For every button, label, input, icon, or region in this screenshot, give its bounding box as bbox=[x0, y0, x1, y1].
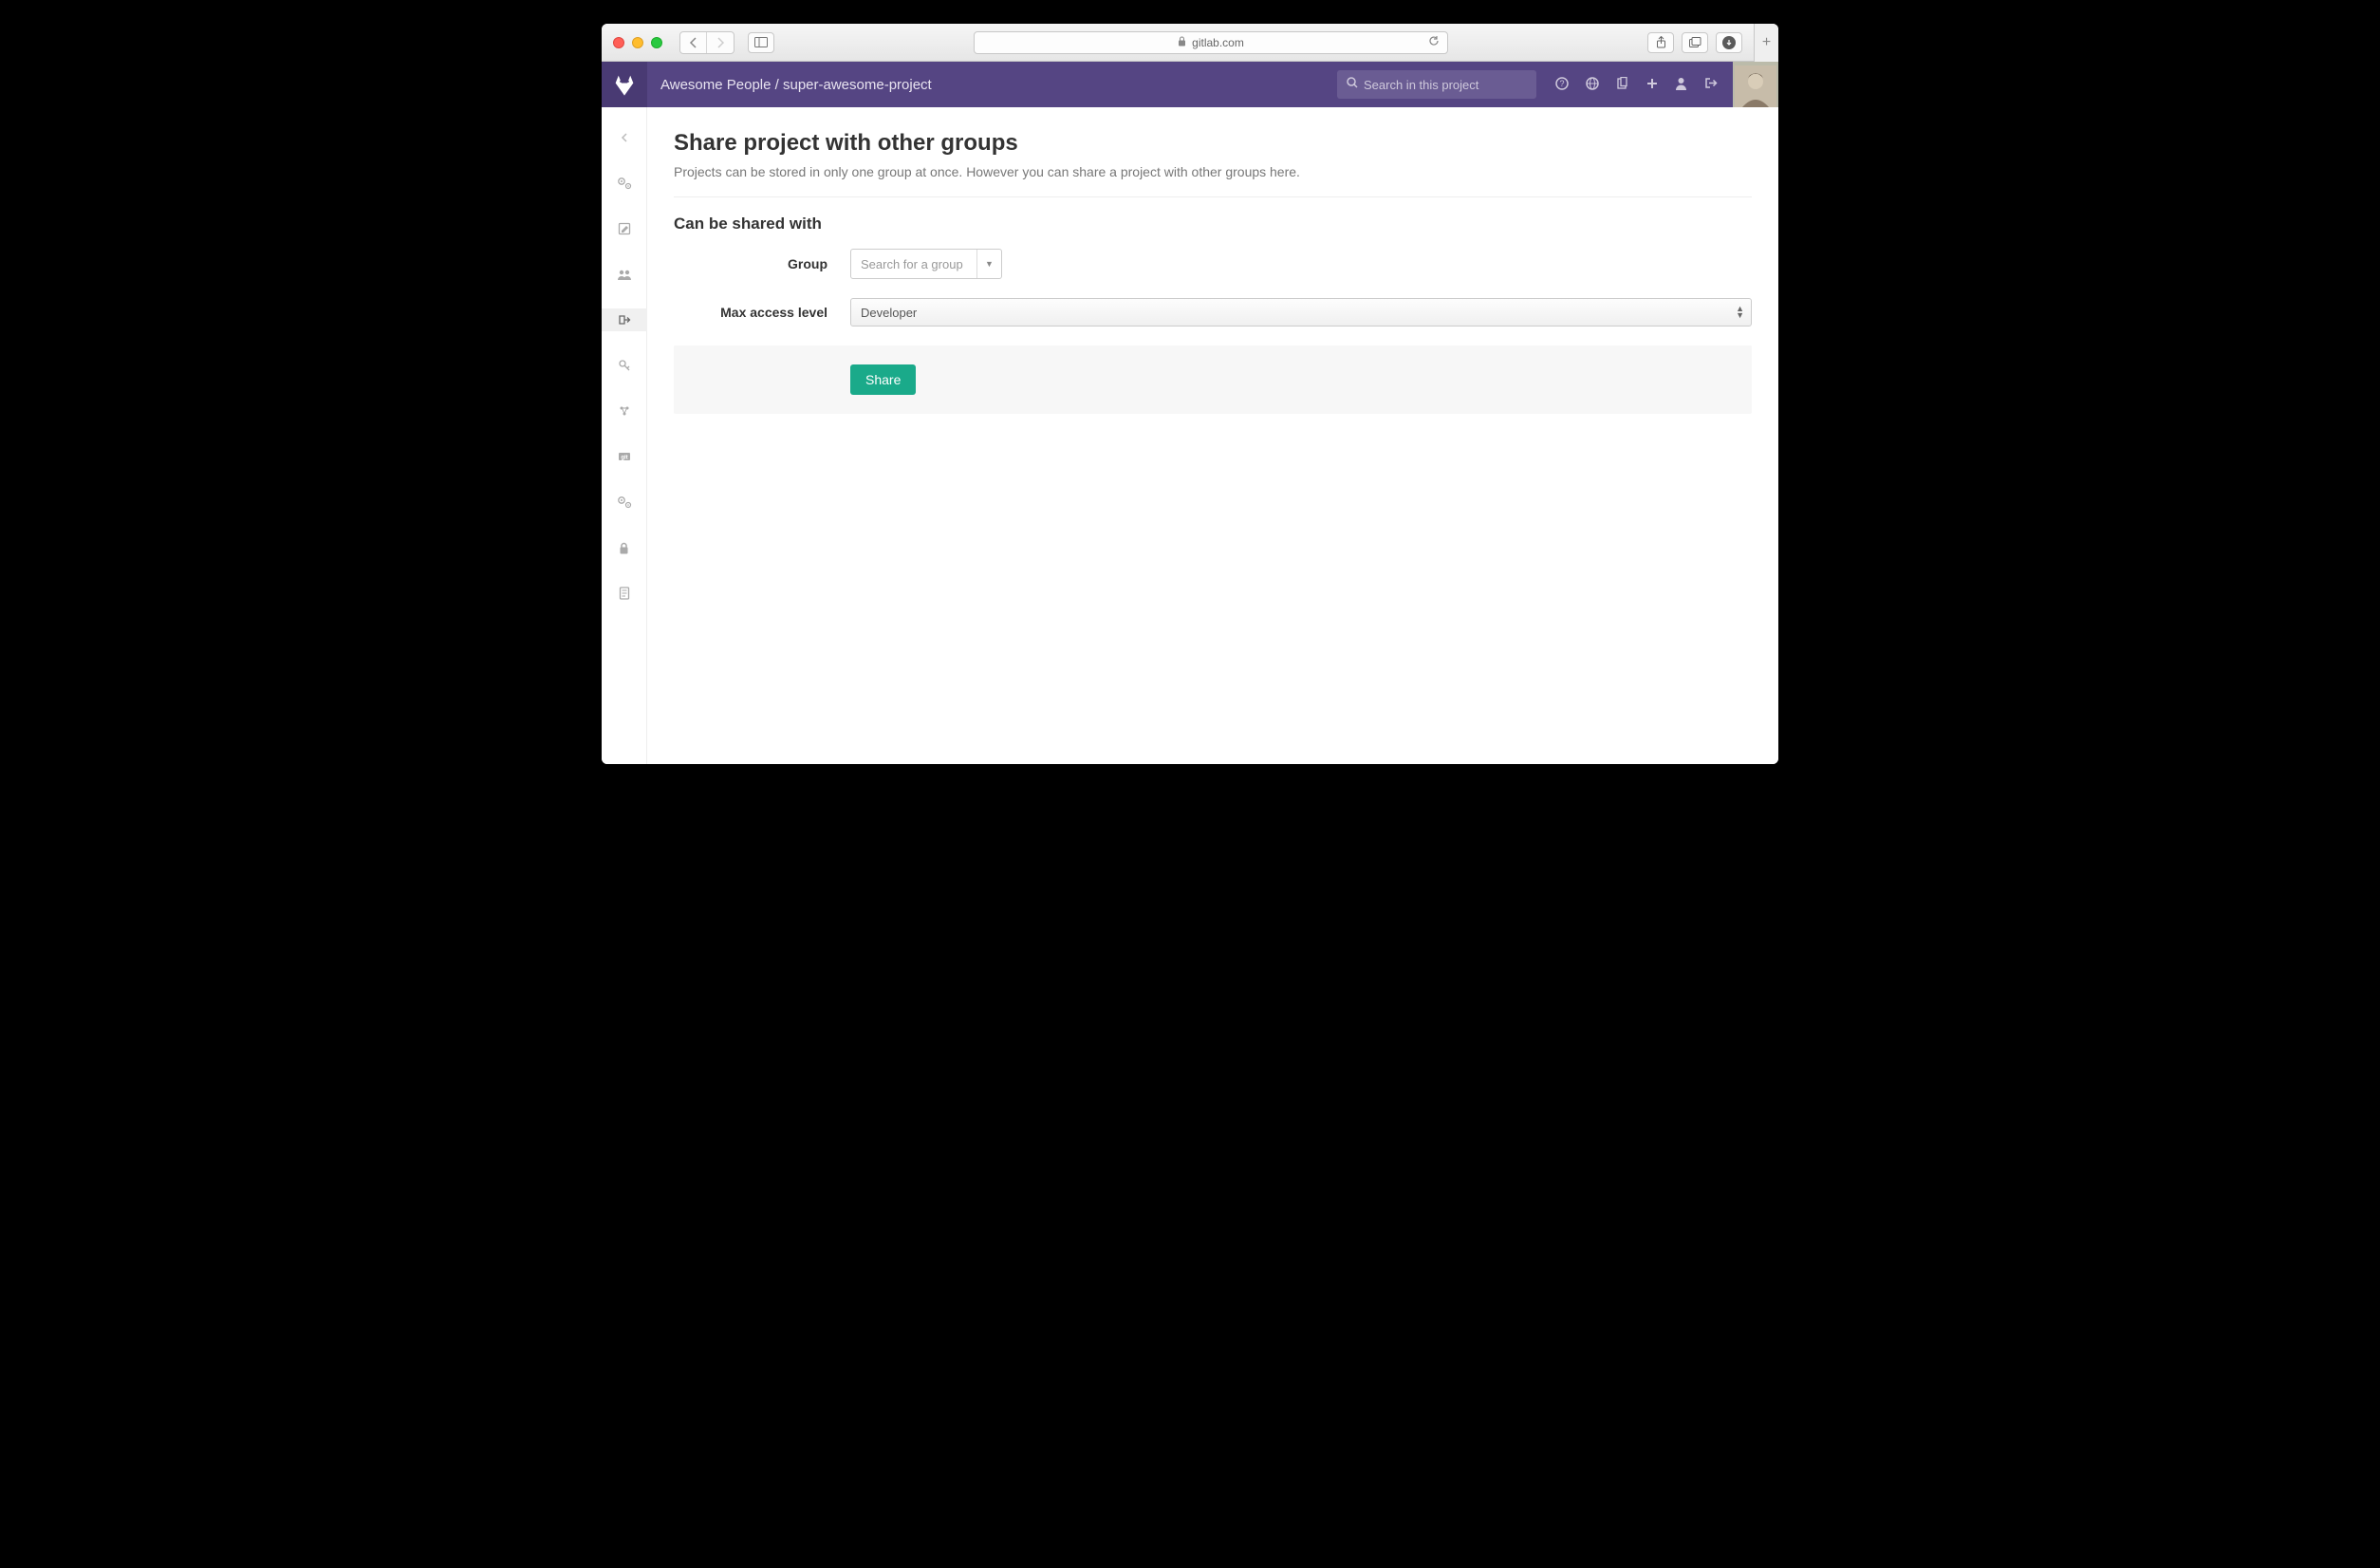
access-label: Max access level bbox=[674, 305, 850, 320]
group-select-placeholder: Search for a group bbox=[851, 257, 976, 271]
window-close-button[interactable] bbox=[613, 37, 624, 48]
avatar[interactable] bbox=[1733, 62, 1778, 107]
edit-icon[interactable] bbox=[602, 217, 647, 240]
breadcrumb-project-link[interactable]: super-awesome-project bbox=[783, 77, 932, 93]
actions-bar: Share bbox=[674, 345, 1752, 414]
sidebar-collapse-button[interactable] bbox=[602, 126, 647, 149]
sign-out-icon[interactable] bbox=[1704, 77, 1718, 92]
address-host: gitlab.com bbox=[1192, 36, 1244, 49]
globe-icon[interactable] bbox=[1586, 77, 1599, 93]
audit-log-icon[interactable] bbox=[602, 582, 647, 605]
form-row-group: Group Search for a group ▼ bbox=[674, 249, 1752, 279]
breadcrumb-sep: / bbox=[771, 77, 783, 93]
group-select[interactable]: Search for a group ▼ bbox=[850, 249, 1002, 279]
left-sidebar: git bbox=[602, 107, 647, 764]
services-icon[interactable] bbox=[602, 491, 647, 513]
access-select-wrap: Developer ▲▼ bbox=[850, 298, 1752, 327]
tanuki-icon bbox=[611, 71, 638, 98]
address-bar[interactable]: gitlab.com bbox=[974, 31, 1448, 54]
reload-button[interactable] bbox=[1428, 35, 1440, 49]
avatar-image bbox=[1735, 65, 1776, 107]
svg-text:git: git bbox=[621, 456, 627, 461]
safari-window: gitlab.com + bbox=[602, 24, 1778, 764]
new-tab-button[interactable]: + bbox=[1754, 24, 1778, 62]
page-description: Projects can be stored in only one group… bbox=[674, 164, 1752, 197]
breadcrumb: Awesome People / super-awesome-project bbox=[647, 77, 932, 93]
protected-branches-icon[interactable] bbox=[602, 536, 647, 559]
share-icon[interactable] bbox=[602, 308, 647, 331]
share-sheet-button[interactable] bbox=[1647, 32, 1674, 53]
search-input[interactable] bbox=[1364, 78, 1527, 92]
gitlab-logo[interactable] bbox=[602, 62, 647, 107]
svg-text:?: ? bbox=[1559, 79, 1564, 88]
downloads-button[interactable] bbox=[1716, 32, 1742, 53]
share-button[interactable]: Share bbox=[850, 364, 916, 395]
nav-back-forward bbox=[679, 31, 734, 54]
webhooks-icon[interactable] bbox=[602, 400, 647, 422]
breadcrumb-group-link[interactable]: Awesome People bbox=[660, 77, 771, 93]
gitlab-app: Awesome People / super-awesome-project ? bbox=[602, 62, 1778, 764]
window-minimize-button[interactable] bbox=[632, 37, 643, 48]
safari-toolbar: gitlab.com + bbox=[602, 24, 1778, 62]
clipboard-icon[interactable] bbox=[1616, 77, 1629, 93]
user-icon[interactable] bbox=[1675, 77, 1687, 93]
deploy-keys-icon[interactable] bbox=[602, 354, 647, 377]
group-label: Group bbox=[674, 256, 850, 271]
nav-forward-button[interactable] bbox=[707, 32, 734, 53]
safari-sidebar-button[interactable] bbox=[748, 32, 774, 53]
section-title: Can be shared with bbox=[674, 215, 1752, 233]
group-members-icon[interactable] bbox=[602, 263, 647, 286]
gitlab-topbar: Awesome People / super-awesome-project ? bbox=[602, 62, 1778, 107]
main-content: Share project with other groups Projects… bbox=[647, 107, 1778, 764]
topbar-icons: ? bbox=[1536, 77, 1733, 93]
address-bar-wrap: gitlab.com bbox=[782, 31, 1640, 54]
lock-icon bbox=[1178, 36, 1186, 49]
window-controls bbox=[613, 37, 662, 48]
form-row-access: Max access level Developer ▲▼ bbox=[674, 298, 1752, 327]
body-row: git Share project with other groups Proj… bbox=[602, 107, 1778, 764]
search-icon bbox=[1347, 76, 1358, 93]
project-search[interactable] bbox=[1337, 70, 1536, 99]
download-arrow-icon bbox=[1722, 36, 1736, 49]
help-icon[interactable]: ? bbox=[1555, 77, 1569, 93]
plus-icon[interactable] bbox=[1646, 77, 1658, 92]
project-settings-icon[interactable] bbox=[602, 172, 647, 195]
tabs-overview-button[interactable] bbox=[1682, 32, 1708, 53]
git-hooks-icon[interactable]: git bbox=[602, 445, 647, 468]
window-zoom-button[interactable] bbox=[651, 37, 662, 48]
access-level-select[interactable]: Developer bbox=[850, 298, 1752, 327]
chevron-down-icon: ▼ bbox=[976, 250, 1001, 278]
safari-right-tools bbox=[1647, 32, 1742, 53]
nav-back-button[interactable] bbox=[680, 32, 707, 53]
page-title: Share project with other groups bbox=[674, 130, 1752, 157]
